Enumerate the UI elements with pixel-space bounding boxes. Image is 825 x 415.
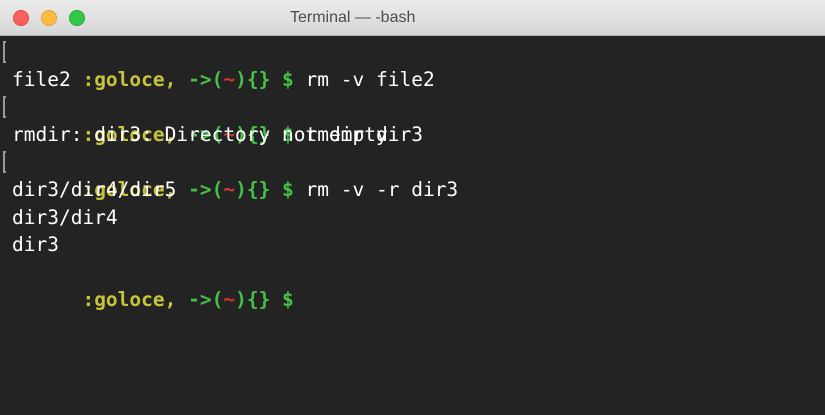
prompt-line: :goloce, ->(~){} $ rm -v file2 — [3, 38, 825, 91]
prompt-line: :goloce, ->(~){} $ rm -v -r dir3 — [3, 148, 825, 201]
prompt-user: :goloce, — [82, 288, 177, 312]
output-line: dir3/dir4/dir5 — [12, 177, 177, 201]
window-title: Terminal — -bash — [290, 9, 416, 26]
prompt-line: :goloce, ->(~){} $ rmdir dir3 — [3, 93, 825, 146]
terminal-output-area[interactable]: :goloce, ->(~){} $ rm -v file2 file2 :go… — [0, 36, 825, 415]
output-line: rmdir: dir3: Directory not empty — [12, 122, 388, 146]
line-mark-icon — [3, 96, 6, 119]
line-mark-icon — [3, 151, 6, 174]
current-prompt-line[interactable]: :goloce, ->(~){} $ — [12, 259, 825, 311]
output-line: file2 — [12, 67, 71, 91]
line-mark-icon — [3, 41, 6, 63]
output-line: dir3/dir4 — [12, 205, 118, 229]
title-bar[interactable]: Terminal — -bash — [0, 0, 825, 36]
terminal-window: Terminal — -bash :goloce, ->(~){} $ rm -… — [0, 0, 825, 415]
text-cursor — [306, 286, 307, 306]
prompt-arrow: ->( — [176, 288, 224, 312]
prompt-suffix: ){} $ — [235, 288, 306, 312]
prompt-tilde: ~ — [223, 288, 236, 312]
output-line: dir3 — [12, 233, 59, 257]
